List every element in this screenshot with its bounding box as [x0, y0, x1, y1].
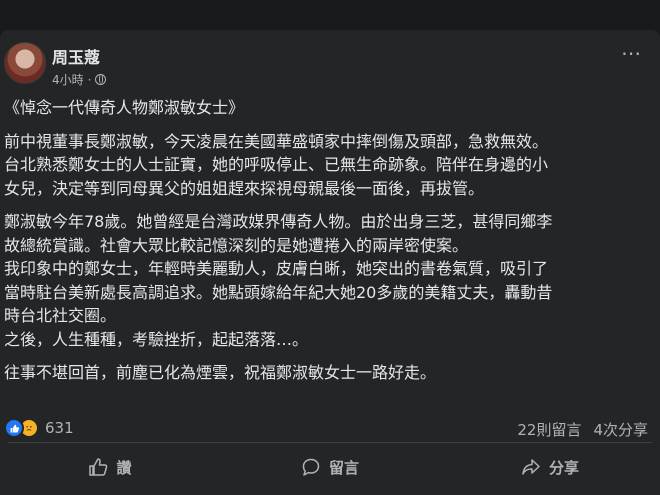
post-stats: 631 22則留言 4次分享: [0, 410, 660, 440]
reactions-summary[interactable]: 631: [4, 418, 74, 438]
post-paragraph: 鄭淑敏今年78歲。她曾經是台灣政媒界傳奇人物。由於出身三芝，甚得同鄉李 故總統賞…: [4, 212, 553, 349]
like-button[interactable]: 讚: [0, 448, 220, 486]
action-bar: 讚 留言 分享: [0, 448, 660, 486]
thumbs-up-icon: [89, 458, 108, 476]
author-avatar[interactable]: [4, 42, 46, 84]
share-count-link[interactable]: 4次分享: [593, 419, 648, 440]
author-name[interactable]: 周玉蔻: [52, 44, 100, 68]
post-paragraph: 前中視董事長鄭淑敏，今天凌晨在美國華盛頓家中摔倒傷及頭部，急救無效。 台北熟悉鄭…: [4, 131, 549, 198]
like-reaction-icon: [4, 418, 24, 438]
like-label: 讚: [116, 458, 132, 477]
comment-icon: [302, 458, 320, 476]
share-label: 分享: [548, 458, 579, 477]
engagement-counts: 22則留言 4次分享: [517, 419, 648, 440]
divider: [8, 442, 652, 443]
share-button[interactable]: 分享: [440, 448, 660, 486]
reaction-count: 631: [45, 419, 74, 437]
post-card: 周玉蔻 4小時 · ⋯ 《悼念一代傳奇人物鄭淑敏女士》 前中視董事長鄭淑敏，今天…: [0, 30, 660, 495]
meta-separator: ·: [87, 72, 92, 87]
post-paragraph: 往事不堪回首，前塵已化為煙雲，祝福鄭淑敏女士一路好走。: [4, 363, 437, 382]
share-icon: [522, 459, 540, 475]
top-strip: [0, 0, 660, 30]
more-options-icon[interactable]: ⋯: [621, 43, 642, 63]
comment-button[interactable]: 留言: [220, 448, 440, 486]
comment-count-link[interactable]: 22則留言: [517, 419, 581, 440]
post-body: 《悼念一代傳奇人物鄭淑敏女士》 前中視董事長鄭淑敏，今天凌晨在美國華盛頓家中摔倒…: [4, 96, 654, 385]
post-title-line: 《悼念一代傳奇人物鄭淑敏女士》: [4, 98, 245, 117]
post-meta: 4小時 ·: [52, 71, 107, 88]
globe-icon: [95, 74, 107, 85]
comment-label: 留言: [328, 458, 359, 477]
post-time[interactable]: 4小時: [52, 71, 84, 88]
